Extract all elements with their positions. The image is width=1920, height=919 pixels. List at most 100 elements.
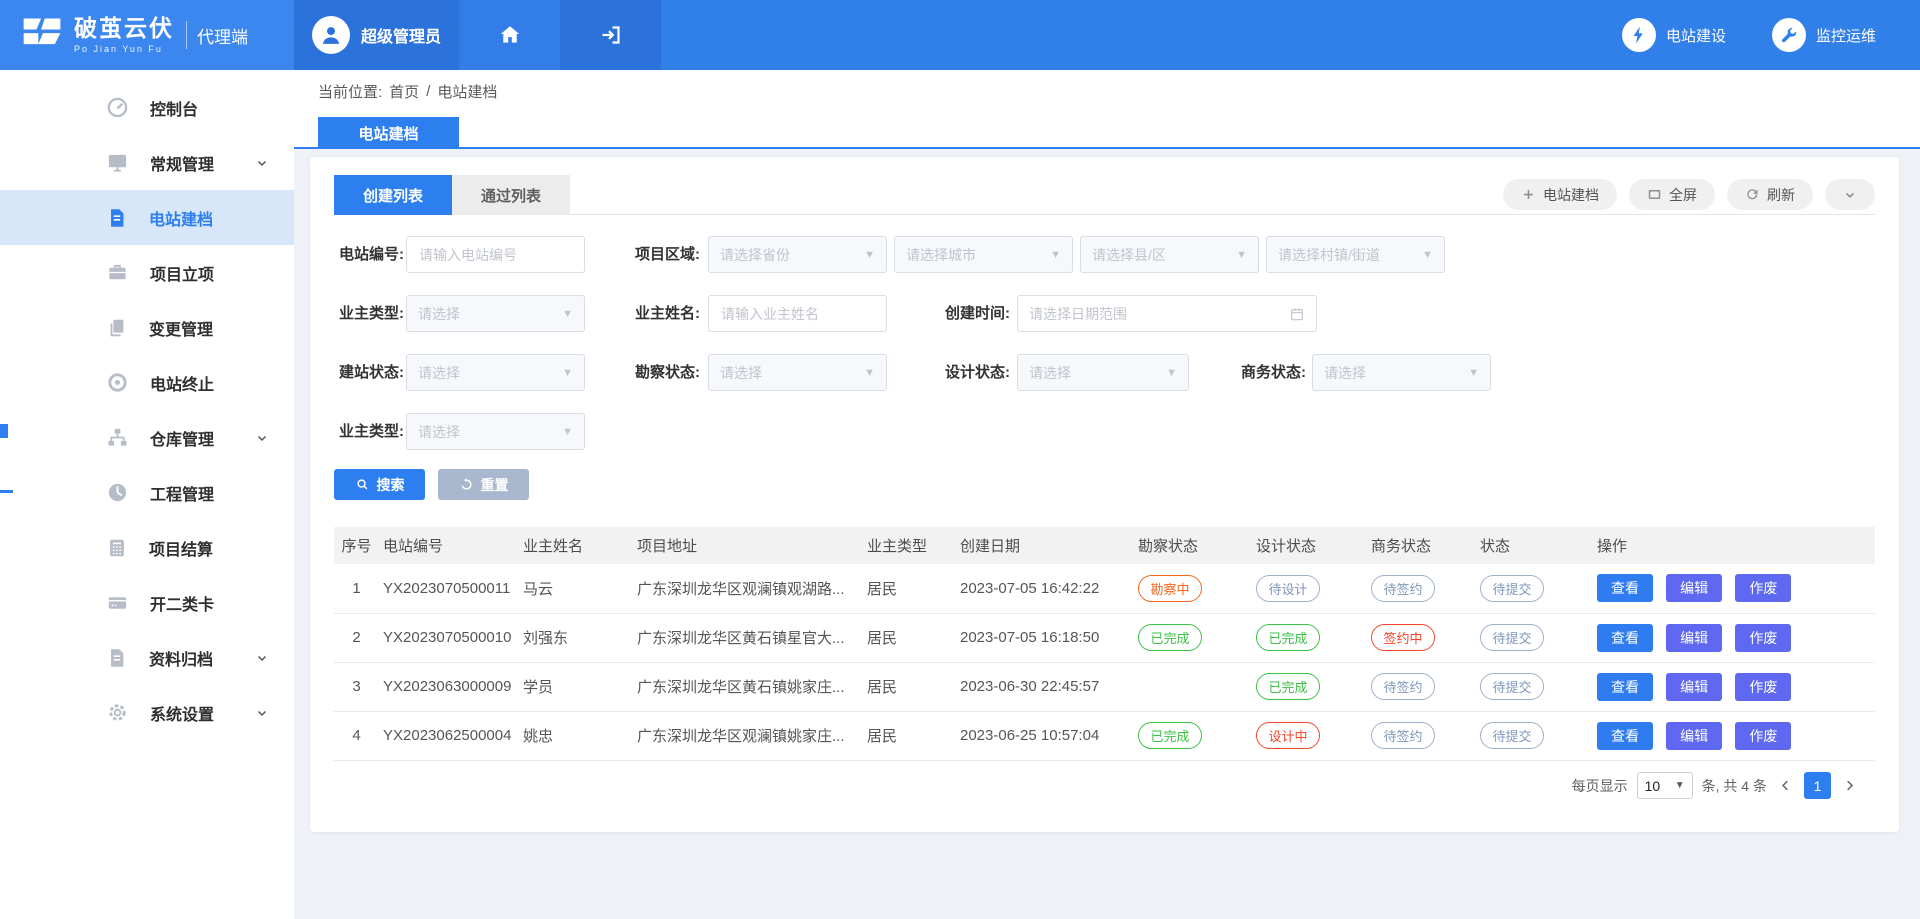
breadcrumb-separator: / [426,83,430,100]
sidebar-item-warehouse-management[interactable]: 仓库管理 [0,410,294,465]
sidebar-item-project-settlement[interactable]: 项目结算 [0,520,294,575]
chevron-down-icon [256,707,268,719]
edit-button[interactable]: 编辑 [1666,624,1722,652]
user-name: 超级管理员 [361,23,441,47]
tab-passed-list[interactable]: 通过列表 [452,175,570,215]
design-status-select[interactable]: 请选择▼ [1017,354,1189,391]
cell-actions: 查看 编辑 作废 [1593,564,1875,613]
status-badge: 待签约 [1371,673,1435,700]
sidebar-item-data-archive[interactable]: 资料归档 [0,630,294,685]
view-button[interactable]: 查看 [1597,722,1653,750]
owner-type2-select[interactable]: 请选择▼ [406,413,585,450]
logout-button[interactable] [560,0,661,70]
topbar: 破茧云伏 Po Jian Yun Fu 代理端 超级管理员 [0,0,1920,70]
sidebar-item-engineering-management[interactable]: 工程管理 [0,465,294,520]
refresh-button[interactable]: 刷新 [1727,179,1813,210]
quick-nav-label: 监控运维 [1816,25,1876,46]
cell-owner-name: 马云 [519,564,633,613]
status-badge: 待签约 [1371,575,1435,602]
chevron-down-icon: ▼ [1422,249,1433,261]
owner-name-input[interactable] [708,295,887,332]
status-badge: 签约中 [1371,624,1435,651]
chevron-down-icon: ▼ [1166,367,1177,379]
page-tab-station-filing[interactable]: 电站建档 [318,117,459,149]
brand-logo-icon [20,13,64,57]
page-current[interactable]: 1 [1804,772,1831,799]
void-button[interactable]: 作废 [1735,624,1791,652]
per-page-select[interactable]: 10 ▼ [1637,772,1693,799]
void-button[interactable]: 作废 [1735,673,1791,701]
home-button[interactable] [459,0,560,70]
design-status-label: 设计状态: [940,354,1010,391]
breadcrumb-current: 电站建档 [437,81,497,102]
fullscreen-button[interactable]: 全屏 [1629,179,1715,210]
page-prev-button[interactable] [1776,778,1795,793]
breadcrumb-label: 当前位置: [318,81,382,102]
chevron-down-icon: ▼ [562,426,573,438]
create-time-range-input[interactable]: 请选择日期范围 [1017,295,1317,332]
survey-status-select[interactable]: 请选择▼ [708,354,887,391]
city-select[interactable]: 请选择城市▼ [894,236,1073,273]
reset-button[interactable]: 重置 [438,469,529,500]
breadcrumb-home[interactable]: 首页 [389,81,419,102]
station-code-input[interactable] [406,236,585,273]
status-badge: 已完成 [1138,722,1202,749]
cell-actions: 查看 编辑 作废 [1593,613,1875,662]
quick-nav-monitor-ops[interactable]: 监控运维 [1772,18,1876,52]
quick-nav-station-build[interactable]: 电站建设 [1622,18,1726,52]
chevron-down-icon: ▼ [1236,249,1247,261]
county-select[interactable]: 请选择县/区▼ [1080,236,1259,273]
toolbar: 电站建档 全屏 刷新 [1503,179,1875,210]
sidebar-item-station-termination[interactable]: 电站终止 [0,355,294,410]
status-badge: 待设计 [1256,575,1320,602]
edit-button[interactable]: 编辑 [1666,673,1722,701]
cell-survey-empty [1134,662,1252,711]
col-survey-status: 勘察状态 [1134,527,1252,564]
business-status-select[interactable]: 请选择▼ [1312,354,1491,391]
logout-icon [599,23,623,47]
view-button[interactable]: 查看 [1597,624,1653,652]
col-address: 项目地址 [633,527,863,564]
brand: 破茧云伏 Po Jian Yun Fu 代理端 [0,0,294,70]
sidebar-item-station-filing[interactable]: 电站建档 [0,190,294,245]
void-button[interactable]: 作废 [1735,722,1791,750]
cell-created: 2023-06-25 10:57:04 [956,711,1134,760]
chevron-down-icon [1843,188,1857,202]
province-select[interactable]: 请选择省份▼ [708,236,887,273]
owner-type-select[interactable]: 请选择▼ [406,295,585,332]
monitor-icon [106,151,129,174]
sidebar-item-dashboard[interactable]: 控制台 [0,80,294,135]
filter-row: 电站编号: 项目区域: 请选择省份▼ 请选择城市▼ 请选择县/区▼ 请选择村镇/… [334,236,1875,273]
sidebar-item-general-management[interactable]: 常规管理 [0,135,294,190]
sidebar-item-type2-card[interactable]: 开二类卡 [0,575,294,630]
status-badge: 已完成 [1138,624,1202,651]
col-owner-name: 业主姓名 [519,527,633,564]
cell-index: 1 [334,564,379,613]
void-button[interactable]: 作废 [1735,574,1791,602]
user-menu[interactable]: 超级管理员 [294,0,459,70]
cell-owner-name: 学员 [519,662,633,711]
create-station-button[interactable]: 电站建档 [1503,179,1617,210]
town-select[interactable]: 请选择村镇/街道▼ [1266,236,1445,273]
tab-create-list[interactable]: 创建列表 [334,175,452,215]
page-next-button[interactable] [1840,778,1859,793]
content-card: 创建列表 通过列表 电站建档 全屏 刷新 [310,157,1899,832]
plus-icon [1521,187,1536,202]
build-status-select[interactable]: 请选择▼ [406,354,585,391]
edit-button[interactable]: 编辑 [1666,574,1722,602]
sidebar-item-project-initiation[interactable]: 项目立项 [0,245,294,300]
collapse-button[interactable] [1825,179,1875,210]
sidebar-item-system-settings[interactable]: 系统设置 [0,685,294,740]
brand-text: 破茧云伏 Po Jian Yun Fu [74,16,174,53]
edit-button[interactable]: 编辑 [1666,722,1722,750]
view-button[interactable]: 查看 [1597,673,1653,701]
per-page-label: 每页显示 [1572,776,1628,796]
gear-icon [106,701,129,724]
home-icon [498,23,522,47]
view-button[interactable]: 查看 [1597,574,1653,602]
cell-station-code: YX2023063000009 [379,662,519,711]
sitemap-icon [106,426,129,449]
sidebar-item-change-management[interactable]: 变更管理 [0,300,294,355]
search-button[interactable]: 搜索 [334,469,425,500]
cell-owner-name: 姚忠 [519,711,633,760]
